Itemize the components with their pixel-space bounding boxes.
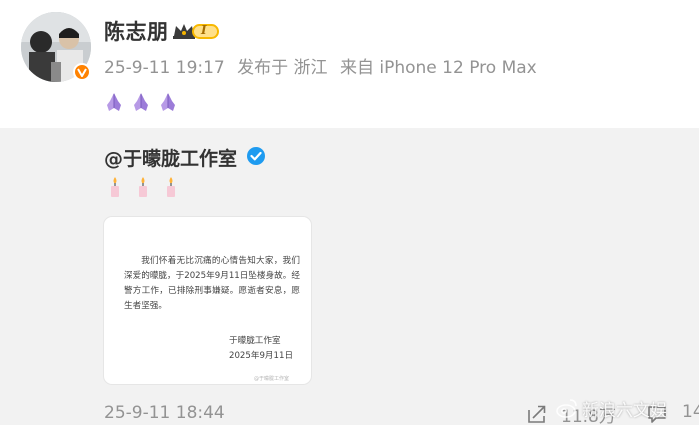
candle-icon: [167, 177, 175, 197]
post-header: 陈志朋 I 25-9-11 19:17 发布于 浙江 来自 iPhone 12 …: [0, 0, 699, 128]
author-name[interactable]: 陈志朋: [104, 16, 169, 46]
folded-hands-icon: [134, 93, 148, 111]
crown-level-badge-icon[interactable]: I: [172, 21, 220, 41]
notice-body-text: 我们怀着无比沉痛的心情告知大家，我们深爱的曚胧，于2025年9月11日坠楼身故。…: [124, 256, 300, 311]
verified-badge-icon: [73, 63, 91, 81]
post-content: [103, 91, 179, 113]
notice-date: 2025年9月11日: [229, 351, 294, 361]
folded-hands-icon: [161, 93, 175, 111]
repost-content: [108, 176, 178, 198]
notice-signature: 于曚胧工作室: [229, 336, 281, 346]
post-meta: 25-9-11 19:17 发布于 浙江 来自 iPhone 12 Pro Ma…: [104, 53, 544, 78]
candle-icon: [111, 177, 119, 197]
notice-image[interactable]: 我们怀着无比沉痛的心情告知大家，我们深爱的曚胧，于2025年9月11日坠楼身故。…: [104, 217, 311, 384]
repost-timestamp[interactable]: 25-9-11 18:44: [104, 403, 225, 423]
post-device: 来自 iPhone 12 Pro Max: [339, 58, 537, 78]
repost-author-link[interactable]: @于曚胧工作室: [104, 144, 237, 171]
folded-hands-icon: [107, 93, 121, 111]
notice-watermark: @于曚胧工作室: [254, 376, 290, 382]
candle-icon: [139, 177, 147, 197]
comment-count[interactable]: 14: [682, 402, 699, 422]
share-icon[interactable]: [527, 404, 547, 424]
weibo-logo-icon: [556, 399, 577, 418]
reposted-content[interactable]: @于曚胧工作室 我们怀着无比沉痛的心情告知大家，我们深爱的曚胧，于2025年9月…: [0, 128, 699, 427]
post-timestamp[interactable]: 25-9-11 19:17: [104, 58, 225, 78]
level-badge-text: I: [201, 23, 207, 37]
site-watermark: 新浪六文娱: [582, 401, 667, 421]
blue-verified-icon: [247, 147, 265, 165]
post-location: 发布于 浙江: [237, 58, 328, 78]
